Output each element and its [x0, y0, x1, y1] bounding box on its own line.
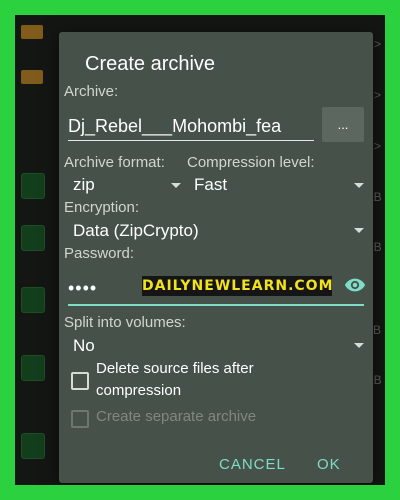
delete-source-label[interactable]: Delete source files after compression	[96, 358, 254, 402]
caret-down-icon[interactable]	[354, 228, 364, 233]
compression-dropdown[interactable]: Fast	[194, 175, 227, 195]
caret-down-icon[interactable]	[354, 343, 364, 348]
compression-label: Compression level:	[187, 154, 315, 171]
dialog-title: Create archive	[85, 53, 216, 75]
encryption-label: Encryption:	[64, 199, 140, 216]
caret-down-icon[interactable]	[171, 183, 181, 188]
delete-source-label-line1: Delete source files after	[96, 360, 254, 377]
format-label: Archive format:	[64, 154, 165, 171]
delete-source-checkbox[interactable]	[71, 372, 89, 390]
watermark-overlay: DAILYNEWLEARN.COM	[142, 276, 334, 296]
ok-button[interactable]: OK	[317, 456, 341, 473]
password-value: ••••	[68, 278, 98, 298]
eye-icon[interactable]	[344, 274, 366, 301]
separate-archive-label: Create separate archive	[96, 408, 257, 425]
separate-archive-checkbox	[71, 410, 89, 428]
delete-source-label-line2: compression	[96, 382, 182, 399]
archive-name-input[interactable]: Dj_Rebel___Mohombi_fea	[68, 112, 314, 141]
archive-label: Archive:	[64, 83, 119, 100]
password-label: Password:	[64, 245, 135, 262]
split-label: Split into volumes:	[64, 314, 186, 331]
create-archive-dialog: Create archive Archive: Dj_Rebel___Mohom…	[59, 32, 373, 483]
split-dropdown[interactable]: No	[73, 336, 95, 356]
password-field[interactable]: •••• DAILYNEWLEARN.COM	[68, 276, 366, 306]
browse-button[interactable]: ...	[322, 107, 364, 142]
encryption-dropdown[interactable]: Data (ZipCrypto)	[73, 221, 199, 241]
cancel-button[interactable]: CANCEL	[219, 456, 286, 473]
format-dropdown[interactable]: zip	[73, 175, 95, 195]
file-manager-screen: iR> iR> iR> 5KB 0KB MB 7KB Create archiv…	[15, 15, 385, 485]
caret-down-icon[interactable]	[354, 183, 364, 188]
